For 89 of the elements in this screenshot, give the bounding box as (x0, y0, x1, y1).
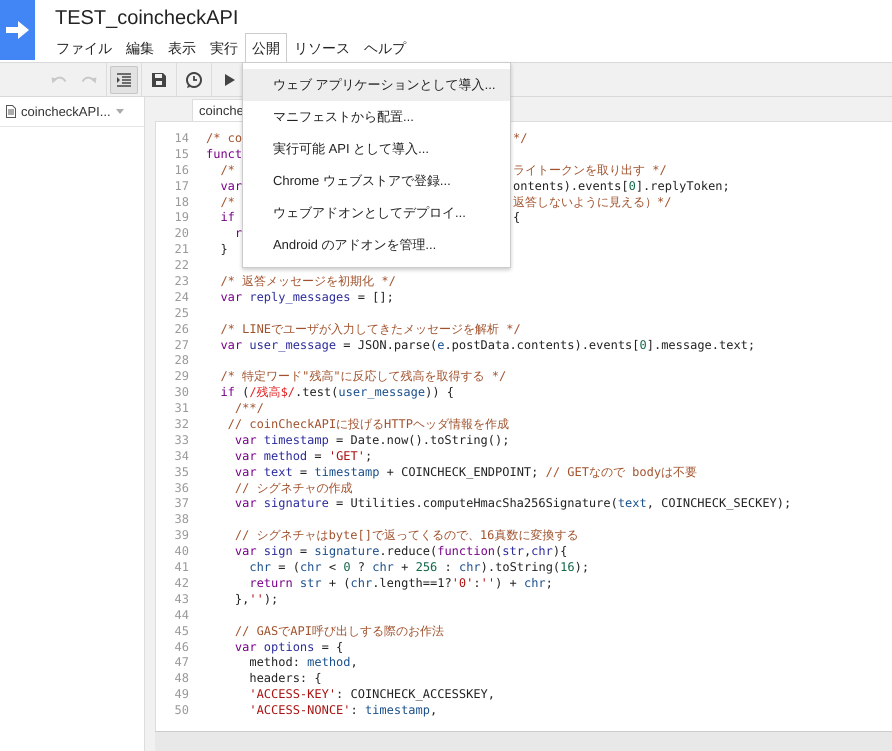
line-number: 29 (174, 369, 189, 386)
code-line: /* (219, 194, 235, 209)
line-number: 36 (174, 480, 189, 496)
menu-item[interactable]: 実行 (203, 33, 245, 62)
code-line: /**/ (234, 401, 264, 416)
code-line: },''); (234, 592, 278, 606)
line-number: 40 (174, 544, 189, 560)
file-item[interactable]: coincheckAPI... (0, 97, 144, 127)
code-line: */ (513, 131, 528, 147)
code-line: var method = 'GET'; (234, 448, 372, 463)
menu-item[interactable]: 編集 (119, 33, 161, 62)
line-number: 24 (174, 290, 189, 306)
line-number: 38 (174, 512, 189, 528)
line-number: 32 (174, 417, 189, 433)
code-line: } (219, 242, 228, 256)
line-number: 30 (174, 385, 189, 402)
line-number: 21 (174, 242, 189, 258)
code-line: /* co (206, 131, 242, 145)
line-number: 45 (174, 624, 189, 640)
menu-item[interactable]: 公開 (245, 33, 287, 62)
code-line: var text = timestamp + COINCHECK_ENDPOINT; // GETなので bodyは不要 (234, 464, 698, 479)
menu-item[interactable]: リソース (287, 33, 357, 62)
code-line: var (219, 178, 242, 193)
code-line: var signature = Utilities.computeHmacSha256Signature(text, COINCHECK_SECKEY); (234, 496, 792, 510)
code-line: 'ACCESS-KEY': COINCHECK_ACCESSKEY, (248, 687, 495, 702)
menu-item[interactable]: 表示 (161, 33, 203, 62)
code-line: // coinCheckAPIに投げるHTTPヘッダ情報を作成 (226, 417, 509, 432)
line-number: 18 (174, 194, 189, 210)
code-line: if (/残高$/.test(user_message)) { (219, 385, 454, 400)
menu-item[interactable]: ヘルプ (357, 33, 413, 62)
dropdown-item[interactable]: Chrome ウェブストアで登録... (243, 165, 510, 197)
line-number: 14 (174, 131, 189, 147)
line-number: 25 (174, 306, 189, 322)
menu-item[interactable]: ファイル (49, 33, 119, 62)
code-line: return str + (chr.length==1?'0':'') + chr; (248, 576, 553, 590)
line-number: 49 (174, 687, 189, 704)
code-line: 'ACCESS-NONCE': timestamp, (248, 703, 438, 718)
code-line: // GASでAPI呼び出しする際のお作法 (234, 624, 444, 638)
line-number: 42 (174, 576, 189, 592)
code-line: var sign = signature.reduce(function(str,chr){ (234, 544, 568, 558)
line-number: 50 (174, 703, 189, 719)
code-line: headers: { (248, 671, 322, 686)
code-line: if (219, 210, 235, 224)
dropdown-item[interactable]: 実行可能 API として導入... (243, 133, 510, 165)
line-number: 31 (174, 401, 189, 418)
line-number: 16 (174, 162, 189, 179)
line-number: 22 (174, 258, 189, 274)
code-line: // シグネチャの作成 (234, 480, 353, 495)
line-number: 48 (174, 671, 189, 688)
line-number: 34 (174, 448, 189, 465)
code-line: ライトークンを取り出す */ (513, 162, 667, 179)
line-number: 39 (174, 528, 189, 544)
line-number: 23 (174, 274, 189, 290)
line-number: 37 (174, 496, 189, 512)
code-line: method: method, (248, 655, 358, 670)
code-line: // シグネチャはbyte[]で返ってくるので、16真数に変換する (234, 528, 578, 542)
line-number: 35 (174, 464, 189, 481)
line-number: 47 (174, 655, 189, 672)
line-number: 46 (174, 640, 189, 656)
project-title[interactable]: TEST_coincheckAPI (55, 6, 413, 30)
line-number: 15 (174, 146, 189, 163)
line-number: 41 (174, 560, 189, 576)
dropdown-item[interactable]: ウェブ アプリケーションとして導入... (243, 69, 510, 101)
line-number: 28 (174, 353, 189, 370)
code-line: /* LINEでユーザが入力してきたメッセージを解析 */ (219, 322, 521, 336)
code-line: /* 返答メッセージを初期化 */ (219, 274, 396, 288)
code-line: chr = (chr < 0 ? chr + 256 : chr).toString(16); (248, 560, 590, 574)
line-number: 17 (174, 178, 189, 195)
dropdown-item[interactable]: ウェブアドオンとしてデプロイ... (243, 197, 510, 229)
code-line: var timestamp = Date.now().toString(); (234, 432, 510, 447)
code-line: /* (219, 162, 235, 177)
line-number: 44 (174, 608, 189, 624)
line-number: 33 (174, 432, 189, 449)
line-number: 19 (174, 210, 189, 226)
line-number: 43 (174, 592, 189, 608)
code-line: var reply_messages = []; (219, 290, 394, 304)
dropdown-item[interactable]: Android のアドオンを管理... (243, 229, 510, 261)
code-line: ontents).events[0].replyToken; (513, 178, 730, 195)
line-number: 26 (174, 322, 189, 338)
code-line: { (513, 210, 520, 226)
dropdown-item[interactable]: マニフェストから配置... (243, 101, 510, 133)
code-line: var user_message = JSON.parse(e.postData.contents).events[0].message.text; (219, 338, 756, 352)
code-line: r (234, 226, 242, 240)
code-line: var options = { (234, 640, 344, 654)
code-line: 返答しないように見える）*/ (513, 194, 672, 210)
line-number: 20 (174, 226, 189, 242)
line-number: 27 (174, 338, 189, 354)
code-line: /* 特定ワード"残高"に反応して残高を取得する */ (219, 369, 506, 384)
code-line: funct (206, 146, 242, 161)
